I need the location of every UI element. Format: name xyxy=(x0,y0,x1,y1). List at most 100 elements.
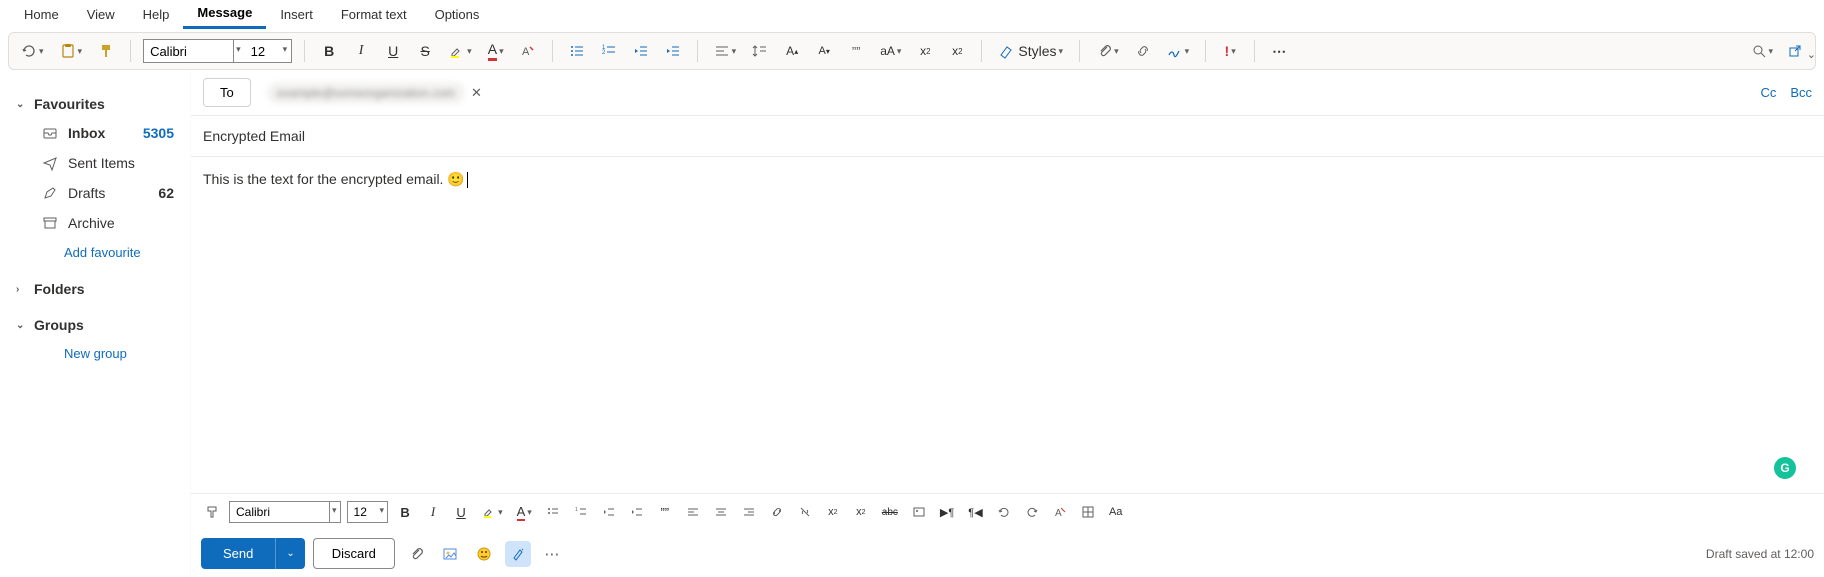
send-dropdown-button[interactable]: ⌄ xyxy=(275,538,304,569)
tab-home[interactable]: Home xyxy=(10,1,73,28)
format-painter-button[interactable] xyxy=(201,500,223,524)
align-center-button[interactable] xyxy=(710,500,732,524)
sidebar-item-sent[interactable]: Sent Items xyxy=(8,148,182,178)
clear-format-button[interactable]: A xyxy=(1049,500,1071,524)
inbox-icon xyxy=(42,125,58,141)
superscript-button[interactable]: x2 xyxy=(822,500,844,524)
link-button[interactable] xyxy=(1131,37,1155,65)
align-button[interactable]: ▾ xyxy=(710,37,741,65)
recipient-pill[interactable]: example@someorganization.com xyxy=(267,82,465,104)
undo-button[interactable] xyxy=(993,500,1015,524)
superscript-button[interactable]: x2 xyxy=(945,37,969,65)
font-size-input[interactable] xyxy=(245,40,281,62)
underline-button[interactable]: U xyxy=(450,500,472,524)
emoji-button[interactable] xyxy=(471,541,497,567)
lower-font-selector[interactable]: ▾ xyxy=(229,501,341,523)
paste-button[interactable]: ▾ xyxy=(56,37,87,65)
align-right-button[interactable] xyxy=(738,500,760,524)
discard-button[interactable]: Discard xyxy=(313,538,395,569)
bold-button[interactable]: B xyxy=(394,500,416,524)
signature-button[interactable]: ▾ xyxy=(1163,37,1194,65)
font-color-button[interactable]: A▾ xyxy=(513,500,536,524)
tab-help[interactable]: Help xyxy=(129,1,184,28)
bullet-list-button[interactable] xyxy=(542,500,564,524)
subscript-button[interactable]: x2 xyxy=(850,500,872,524)
highlight-button[interactable]: ▾ xyxy=(445,37,476,65)
line-spacing-button[interactable] xyxy=(748,37,772,65)
quote-button[interactable]: ”” xyxy=(844,37,868,65)
add-favourite-link[interactable]: Add favourite xyxy=(8,238,182,267)
undo-button[interactable]: ▾ xyxy=(17,37,48,65)
lower-font-size-input[interactable] xyxy=(348,502,378,522)
cc-button[interactable]: Cc xyxy=(1760,85,1776,100)
insert-picture-button[interactable] xyxy=(437,541,463,567)
number-list-button[interactable]: 12 xyxy=(597,37,621,65)
decrease-indent-button[interactable] xyxy=(598,500,620,524)
bold-button[interactable]: B xyxy=(317,37,341,65)
ltr-button[interactable]: ▶¶ xyxy=(936,500,958,524)
importance-button[interactable]: !▾ xyxy=(1218,37,1242,65)
subscript-button[interactable]: x2 xyxy=(913,37,937,65)
redo-button[interactable] xyxy=(1021,500,1043,524)
remove-recipient-button[interactable]: ✕ xyxy=(471,85,482,101)
link-button[interactable] xyxy=(766,500,788,524)
format-painter-button[interactable] xyxy=(94,37,118,65)
favourites-header[interactable]: ⌄ Favourites xyxy=(8,90,182,118)
editor-button[interactable] xyxy=(505,541,531,567)
underline-button[interactable]: U xyxy=(381,37,405,65)
decrease-indent-button[interactable] xyxy=(629,37,653,65)
strikethrough-button[interactable]: abc xyxy=(878,500,902,524)
tab-format-text[interactable]: Format text xyxy=(327,1,421,28)
tab-options[interactable]: Options xyxy=(421,1,494,28)
folders-header[interactable]: › Folders xyxy=(8,275,182,303)
tab-view[interactable]: View xyxy=(73,1,129,28)
more-actions-button[interactable]: ⋯ xyxy=(539,541,565,567)
sidebar-item-drafts[interactable]: Drafts 62 xyxy=(8,178,182,208)
increase-font-button[interactable]: A▴ xyxy=(780,37,804,65)
font-selector[interactable]: ▾ ▾ xyxy=(143,39,292,63)
number-list-button[interactable]: 1 xyxy=(570,500,592,524)
font-name-input[interactable] xyxy=(144,40,234,62)
unlink-button[interactable] xyxy=(794,500,816,524)
grammarly-icon[interactable]: G xyxy=(1774,457,1796,479)
tab-insert[interactable]: Insert xyxy=(266,1,327,28)
text-size-button[interactable]: Aa xyxy=(1105,500,1127,524)
lower-font-size-selector[interactable]: ▾ xyxy=(347,501,389,523)
italic-button[interactable]: I xyxy=(422,500,444,524)
font-color-button[interactable]: A▾ xyxy=(484,37,508,65)
zoom-button[interactable]: ▾ xyxy=(1748,37,1777,65)
attach-button[interactable] xyxy=(403,541,429,567)
groups-header[interactable]: ⌄ Groups xyxy=(8,311,182,339)
quote-button[interactable]: ”” xyxy=(654,500,676,524)
lower-font-name-input[interactable] xyxy=(230,502,330,522)
highlighter-icon xyxy=(449,43,465,59)
insert-picture-button[interactable] xyxy=(908,500,930,524)
highlight-button[interactable]: ▾ xyxy=(478,500,507,524)
email-body[interactable]: This is the text for the encrypted email… xyxy=(191,157,1824,493)
send-button[interactable]: Send xyxy=(201,538,275,569)
to-button[interactable]: To xyxy=(203,78,251,107)
bullet-list-button[interactable] xyxy=(565,37,589,65)
subject-input[interactable] xyxy=(203,124,1812,148)
decrease-font-button[interactable]: A▾ xyxy=(812,37,836,65)
more-commands-button[interactable]: ⋯ xyxy=(1267,37,1291,65)
sidebar-item-archive[interactable]: Archive xyxy=(8,208,182,238)
italic-button[interactable]: I xyxy=(349,37,373,65)
table-icon xyxy=(1081,505,1095,519)
strikethrough-button[interactable]: S xyxy=(413,37,437,65)
align-left-button[interactable] xyxy=(682,500,704,524)
new-group-link[interactable]: New group xyxy=(8,339,182,368)
increase-indent-button[interactable] xyxy=(661,37,685,65)
styles-button[interactable]: Styles▾ xyxy=(994,37,1067,65)
rtl-button[interactable]: ¶◀ xyxy=(964,500,986,524)
bcc-button[interactable]: Bcc xyxy=(1790,85,1812,100)
clear-format-button[interactable]: A xyxy=(516,37,540,65)
tab-message[interactable]: Message xyxy=(183,0,266,29)
collapse-ribbon-button[interactable]: ⌄ xyxy=(1799,44,1824,65)
attach-button[interactable]: ▾ xyxy=(1092,37,1123,65)
svg-text:A: A xyxy=(522,46,530,58)
change-case-button[interactable]: aA▾ xyxy=(876,37,905,65)
sidebar-item-inbox[interactable]: Inbox 5305 xyxy=(8,118,182,148)
increase-indent-button[interactable] xyxy=(626,500,648,524)
table-button[interactable] xyxy=(1077,500,1099,524)
